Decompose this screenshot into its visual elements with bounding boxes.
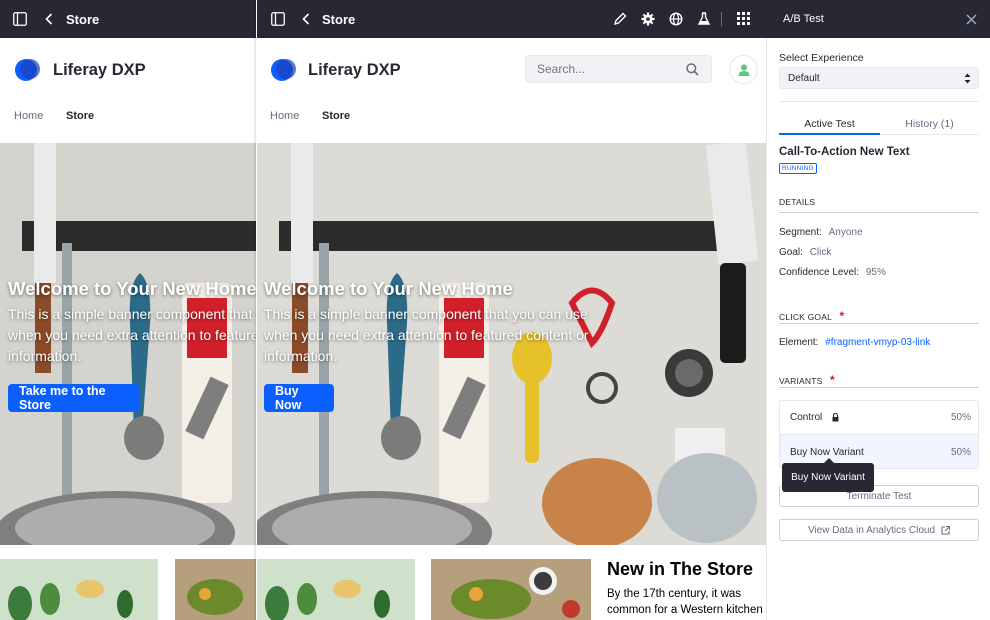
left-topbar: Store [0, 0, 256, 38]
feature-title: New in The Store [607, 559, 754, 579]
tooltip-arrow [824, 458, 834, 463]
main-topbar: Store [257, 0, 766, 38]
main-hero-body: This is a simple banner component that y… [264, 306, 589, 364]
terminate-test-label: Terminate Test [846, 491, 912, 502]
globe-icon[interactable] [669, 12, 683, 26]
details-divider [779, 212, 979, 213]
goal-row: Goal: Click [779, 247, 831, 258]
user-avatar[interactable] [729, 55, 758, 84]
experience-select[interactable]: Default [779, 67, 979, 89]
search-icon[interactable] [686, 63, 699, 76]
left-nav-home[interactable]: Home [14, 110, 43, 122]
variants-divider [779, 387, 979, 388]
click-goal-divider [779, 323, 979, 324]
tab-active-test[interactable]: Active Test [779, 118, 880, 130]
tab-history[interactable]: History (1) [880, 118, 979, 130]
variants-list: Control 50% Buy Now Variant 50% [779, 400, 979, 469]
status-badge: RUNNING [779, 163, 817, 174]
feature-body: By the 17th century, it was common for a… [607, 588, 763, 616]
confidence-value: 95% [865, 267, 886, 278]
search-input[interactable] [526, 56, 686, 82]
goal-value: Click [809, 247, 832, 258]
left-card-1 [0, 559, 158, 620]
test-name: Call-To-Action New Text [779, 146, 910, 158]
main-hero-banner: Welcome to Your New Home This is a simpl… [257, 143, 766, 545]
gear-icon[interactable] [641, 12, 655, 26]
external-link-icon [941, 525, 951, 535]
goal-label: Goal: [779, 247, 803, 258]
search-bar[interactable] [525, 55, 712, 83]
main-card-1 [257, 559, 415, 620]
click-goal-header: CLICK GOAL [779, 312, 833, 322]
left-nav-store[interactable]: Store [66, 110, 94, 122]
buy-now-button[interactable]: Buy Now [264, 384, 334, 412]
back-chevron-icon[interactable] [302, 13, 310, 25]
liferay-logo-icon [270, 57, 297, 83]
variants-header: VARIANTS [779, 376, 823, 386]
left-hero-body: This is a simple banner component that y… [8, 306, 256, 364]
select-experience-label: Select Experience [779, 52, 864, 64]
left-frame-shadow [253, 0, 256, 620]
left-frame: Store Liferay DXP Home Store Welcome to … [0, 0, 256, 620]
required-asterisk: * [839, 309, 845, 323]
required-asterisk: * [829, 373, 835, 387]
select-caret-icon [964, 73, 971, 84]
main-logo-text: Liferay DXP [308, 61, 401, 79]
segment-value: Anyone [828, 227, 863, 238]
sidebar-toggle-icon[interactable] [271, 12, 285, 26]
panel-header: A/B Test [766, 0, 990, 38]
lock-icon [832, 413, 839, 422]
left-hero-banner: Welcome to Your New Home This is a simpl… [0, 143, 256, 545]
take-me-to-store-button[interactable]: Take me to the Store [8, 384, 139, 412]
main-hero-title: Welcome to Your New Home [264, 278, 513, 299]
left-card-2 [175, 559, 256, 620]
experience-select-value: Default [788, 73, 820, 84]
back-chevron-icon[interactable] [45, 13, 53, 25]
main-nav-store[interactable]: Store [322, 110, 350, 122]
variant-percentage: 50% [950, 412, 971, 423]
element-link[interactable]: #fragment-vmyp-03-link [825, 337, 930, 348]
ab-test-panel: Select Experience Default Active Test Hi… [766, 38, 990, 620]
main-page-title: Store [322, 12, 356, 27]
panel-title: A/B Test [783, 13, 824, 25]
variant-tooltip: Buy Now Variant [782, 458, 874, 492]
variant-name: Buy Now Variant [790, 447, 864, 458]
element-label: Element: [779, 337, 819, 348]
details-header: DETAILS [779, 197, 816, 207]
main-frame: Store Liferay DXP Home Store [257, 0, 766, 620]
user-icon [738, 64, 749, 76]
view-data-label: View Data in Analytics Cloud [807, 524, 936, 536]
confidence-row: Confidence Level: 95% [779, 267, 886, 278]
liferay-logo-icon [14, 57, 41, 83]
left-hero-title: Welcome to Your New Home [8, 278, 256, 299]
segment-label: Segment: [779, 227, 822, 238]
segment-row: Segment: Anyone [779, 227, 863, 238]
sidebar-toggle-icon[interactable] [13, 12, 27, 26]
main-nav-home[interactable]: Home [270, 110, 299, 122]
confidence-label: Confidence Level: [779, 267, 860, 278]
left-page-title: Store [66, 12, 100, 27]
active-tab-indicator [779, 133, 880, 135]
toolbar-divider [721, 12, 722, 26]
view-data-button[interactable]: View Data in Analytics Cloud [779, 519, 979, 541]
element-row: Element: #fragment-vmyp-03-link [779, 337, 930, 348]
pencil-icon[interactable] [613, 12, 627, 26]
flask-icon[interactable] [697, 12, 711, 26]
variant-percentage: 50% [950, 447, 971, 458]
variant-row-control[interactable]: Control 50% [780, 401, 978, 435]
main-card-2 [431, 559, 591, 620]
close-icon[interactable] [966, 14, 977, 25]
panel-divider [779, 101, 979, 102]
variant-tooltip-text: Buy Now Variant [791, 472, 865, 483]
left-logo-text: Liferay DXP [53, 61, 146, 79]
variant-name: Control [790, 412, 823, 423]
apps-grid-icon[interactable] [737, 12, 750, 25]
